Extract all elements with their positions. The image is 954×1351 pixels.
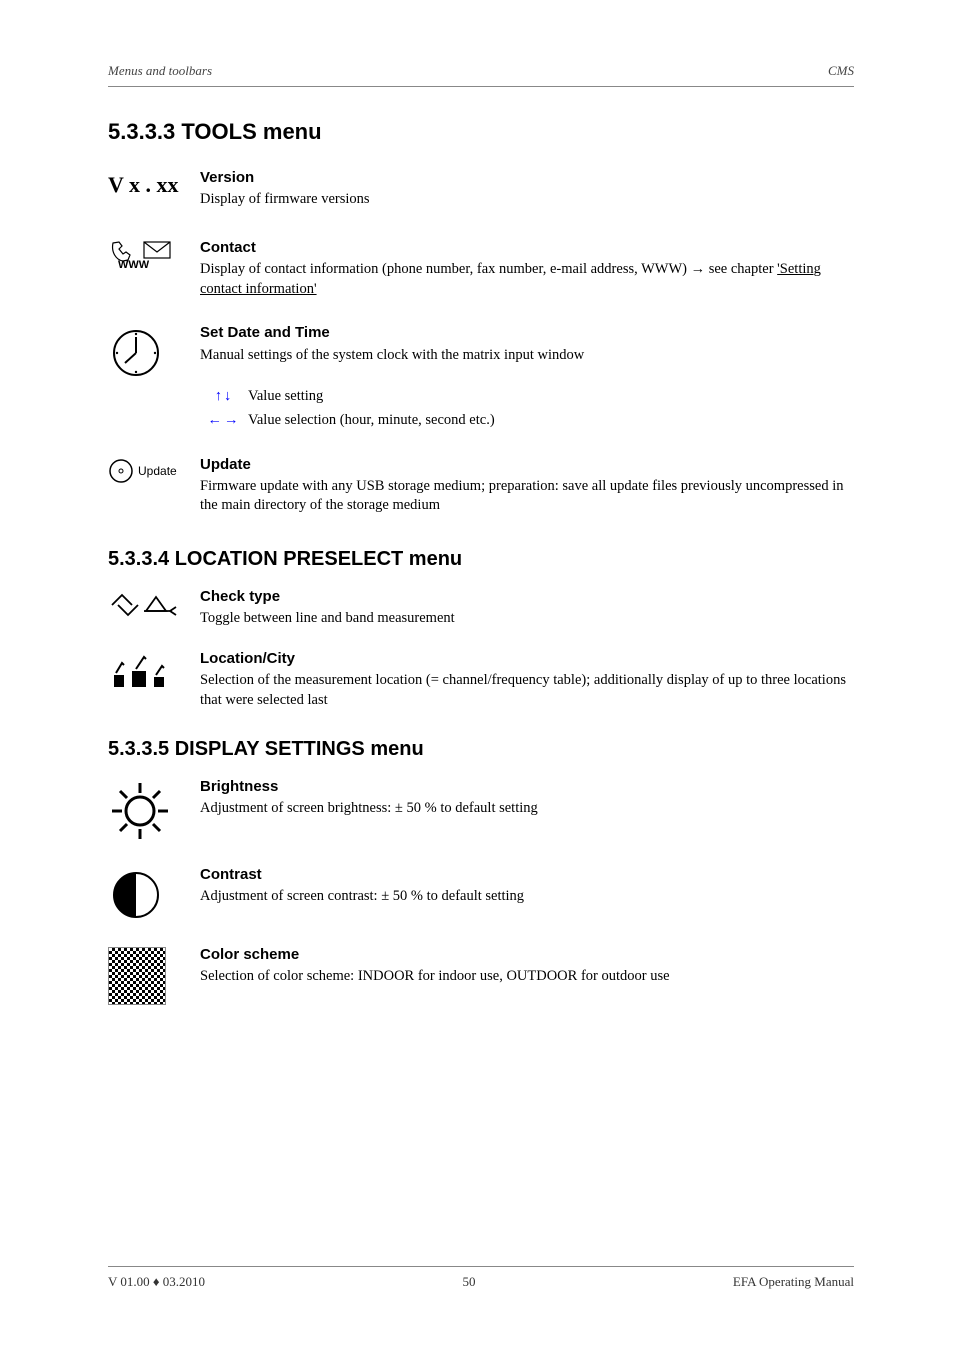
entry-contrast: Contrast Adjustment of screen contrast: …	[108, 865, 854, 923]
entry-title: Brightness	[200, 777, 854, 797]
footer-page: 50	[462, 1273, 475, 1291]
entry-location: Location/City Selection of the measureme…	[108, 649, 854, 710]
entry-datetime: Set Date and Time Manual settings of the…	[108, 323, 854, 381]
entry-text: Toggle between line and band measurement	[200, 609, 854, 629]
leftright-arrow-icon: ←→	[200, 411, 248, 431]
entry-title: Location/City	[200, 649, 854, 669]
entry-title: Contrast	[200, 865, 854, 885]
page: Menus and toolbars CMS 5.3.3.3 TOOLS men…	[0, 0, 954, 1351]
entry-version: V x . xx Version Display of firmware ver…	[108, 168, 854, 210]
datetime-sub: ↑↓ Value setting ←→ Value selection (hou…	[200, 387, 854, 430]
city-icon	[108, 649, 200, 689]
entry-text: Firmware update with any USB storage med…	[200, 477, 854, 516]
entry-colorscheme: Color scheme Selection of color scheme: …	[108, 945, 854, 1005]
contact-icon: WWW	[108, 238, 200, 270]
update-icon: Update	[108, 455, 200, 485]
datetime-sub-line-1: ↑↓ Value setting	[200, 387, 854, 407]
header-rule	[108, 86, 854, 87]
entry-title: Version	[200, 168, 854, 188]
entry-text: Manual settings of the system clock with…	[200, 346, 854, 366]
entry-update: Update Update Firmware update with any U…	[108, 455, 854, 516]
header-right: CMS	[828, 62, 854, 80]
footer-rule	[108, 1266, 854, 1267]
entry-title: Set Date and Time	[200, 323, 854, 343]
entry-title: Check type	[200, 587, 854, 607]
updown-arrow-icon: ↑↓	[200, 387, 248, 407]
entry-contact: WWW Contact Display of contact informati…	[108, 238, 854, 299]
entry-checktype: Check type Toggle between line and band …	[108, 587, 854, 629]
svg-text:WWW: WWW	[118, 259, 150, 270]
sun-icon	[108, 777, 200, 843]
footer-right: EFA Operating Manual	[733, 1273, 854, 1291]
entry-title: Update	[200, 455, 854, 475]
running-header: Menus and toolbars CMS	[108, 62, 854, 80]
entry-title: Contact	[200, 238, 854, 258]
entry-text: Selection of color scheme: INDOOR for in…	[200, 967, 854, 987]
header-left: Menus and toolbars	[108, 62, 212, 80]
entry-text: Adjustment of screen contrast: ± 50 % to…	[200, 887, 854, 907]
version-icon: V x . xx	[108, 168, 200, 200]
contrast-icon	[108, 865, 200, 923]
entry-text: Selection of the measurement location (=…	[200, 671, 854, 710]
checker-icon	[108, 945, 200, 1005]
entry-text: Adjustment of screen brightness: ± 50 % …	[200, 799, 854, 819]
entry-title: Color scheme	[200, 945, 854, 965]
clock-icon	[108, 323, 200, 381]
checktype-icon	[108, 587, 200, 619]
footer-left: V 01.00 ♦ 03.2010	[108, 1273, 205, 1291]
section-location-preselect: 5.3.3.4 LOCATION PRESELECT menu	[108, 546, 854, 573]
footer: V 01.00 ♦ 03.2010 50 EFA Operating Manua…	[108, 1266, 854, 1291]
entry-text: Display of contact information (phone nu…	[200, 260, 854, 299]
section-display-settings: 5.3.3.5 DISPLAY SETTINGS menu	[108, 736, 854, 763]
svg-text:Update: Update	[138, 464, 177, 478]
entry-brightness: Brightness Adjustment of screen brightne…	[108, 777, 854, 843]
entry-text: Display of firmware versions	[200, 190, 854, 210]
chapter-title: 5.3.3.3 TOOLS menu	[108, 117, 854, 147]
datetime-sub-line-2: ←→ Value selection (hour, minute, second…	[200, 411, 854, 431]
